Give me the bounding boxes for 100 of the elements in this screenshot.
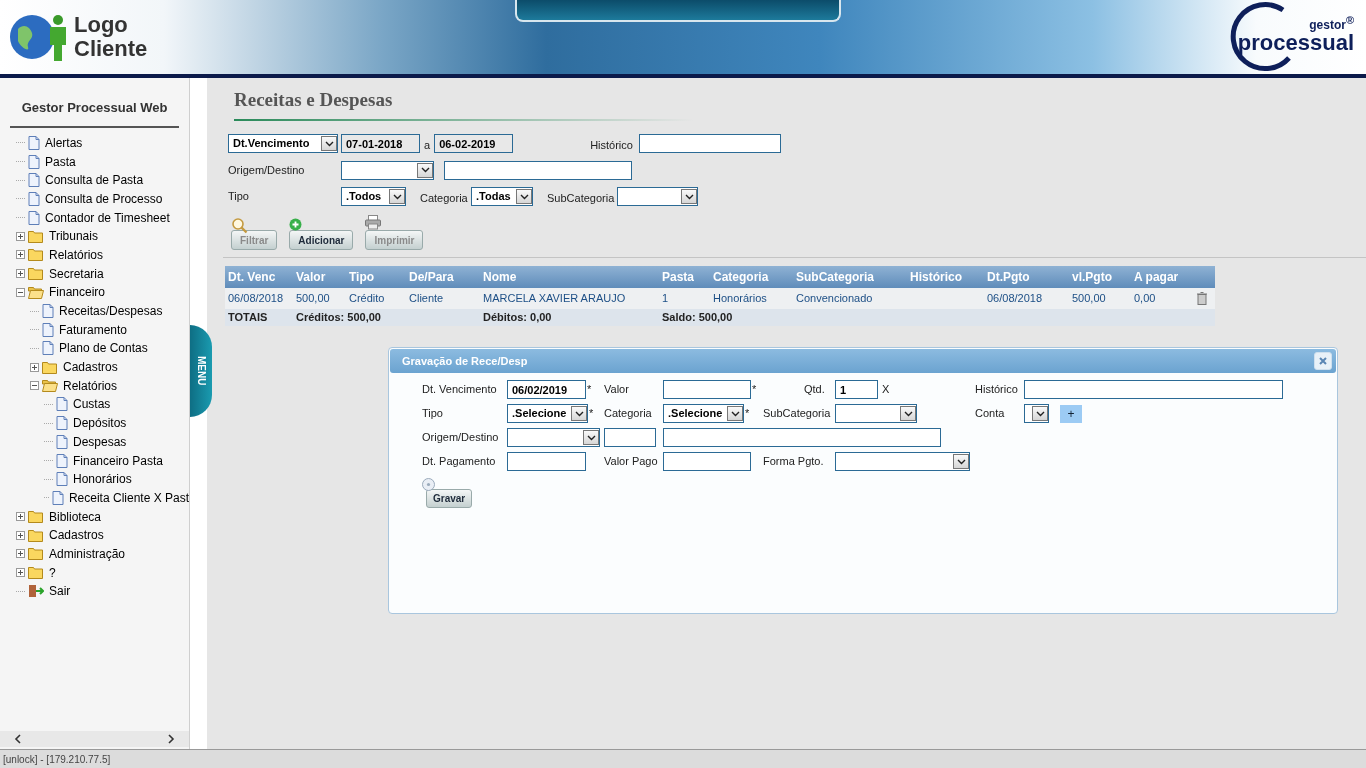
- tree-item[interactable]: Receitas/Despesas: [2, 301, 189, 321]
- tree-item[interactable]: Relatórios: [2, 376, 189, 396]
- expand-icon[interactable]: [16, 231, 25, 241]
- chevron-right-icon[interactable]: [167, 734, 175, 744]
- toolbar-button[interactable]: Adicionar: [289, 230, 354, 250]
- input-field[interactable]: 06/02/2019: [507, 380, 586, 399]
- document-icon: [56, 472, 68, 487]
- table-cell-text: Convencionado: [795, 290, 874, 306]
- input-field[interactable]: [663, 428, 941, 447]
- field-label: Dt. Pagamento: [422, 454, 497, 470]
- tree-item[interactable]: Sair: [2, 582, 189, 601]
- select-field[interactable]: Dt.Vencimento: [228, 134, 338, 153]
- dropdown-button[interactable]: [321, 136, 337, 151]
- expand-icon[interactable]: [16, 568, 25, 578]
- field-label: Valor Pago: [604, 454, 659, 470]
- dropdown-button[interactable]: [900, 406, 916, 421]
- dropdown-button[interactable]: [389, 189, 405, 204]
- dropdown-button[interactable]: [583, 430, 599, 445]
- dropdown-button[interactable]: [516, 189, 532, 204]
- document-icon: [42, 304, 54, 319]
- tree-item[interactable]: Depósitos: [2, 413, 189, 433]
- field-label: *: [589, 406, 594, 422]
- select-field[interactable]: [1024, 404, 1049, 423]
- status-bar: [unlock] - [179.210.77.5]: [0, 749, 1366, 768]
- tree-item[interactable]: Faturamento: [2, 320, 189, 340]
- collapse-icon[interactable]: [30, 381, 39, 391]
- collapse-icon[interactable]: [16, 287, 25, 297]
- input-field[interactable]: [639, 134, 782, 153]
- select-field[interactable]: .Todos: [341, 187, 406, 206]
- document-icon: [56, 416, 68, 431]
- dropdown-button[interactable]: [417, 162, 433, 178]
- field-label: Histórico: [590, 137, 634, 153]
- select-field[interactable]: .Selecione: [507, 404, 588, 423]
- expand-icon[interactable]: [30, 362, 39, 372]
- dropdown-button[interactable]: [727, 406, 743, 421]
- tree-item[interactable]: Relatórios: [2, 245, 189, 265]
- select-field[interactable]: [835, 452, 970, 471]
- select-field[interactable]: .Selecione: [663, 404, 744, 423]
- chevron-down-icon: [730, 410, 740, 417]
- tree-item[interactable]: Financeiro: [2, 283, 189, 302]
- select-field[interactable]: .Todas: [471, 187, 533, 206]
- trash-icon[interactable]: [1197, 291, 1207, 305]
- select-field[interactable]: [341, 160, 434, 180]
- tree-item[interactable]: Contador de Timesheet: [2, 208, 189, 227]
- expand-icon[interactable]: [16, 549, 25, 559]
- chevron-left-icon[interactable]: [14, 734, 22, 744]
- tree-item[interactable]: Despesas: [2, 432, 189, 452]
- input-field[interactable]: [1024, 380, 1283, 399]
- tree-item[interactable]: Alertas: [2, 133, 189, 153]
- table-cell-text: Crédito: [348, 290, 386, 306]
- dropdown-button[interactable]: [1032, 406, 1048, 421]
- expand-icon[interactable]: [16, 530, 25, 540]
- folder-icon: [28, 510, 44, 524]
- close-button[interactable]: [1314, 352, 1332, 370]
- tree-item[interactable]: Cadastros: [2, 357, 189, 377]
- tree-item[interactable]: Cadastros: [2, 525, 189, 545]
- expand-icon[interactable]: [16, 512, 25, 522]
- chevron-down-icon: [324, 140, 334, 147]
- input-field[interactable]: 07-01-2018: [341, 134, 420, 153]
- tree-item[interactable]: ?: [2, 563, 189, 582]
- dropdown-button[interactable]: [681, 189, 697, 204]
- tree-item[interactable]: Financeiro Pasta: [2, 451, 189, 470]
- dropdown-button[interactable]: [571, 406, 587, 421]
- input-field[interactable]: [663, 452, 751, 471]
- chevron-down-icon: [392, 193, 402, 200]
- dropdown-button[interactable]: [953, 454, 969, 469]
- field-label: Tipo: [228, 189, 250, 205]
- tree-item[interactable]: Pasta: [2, 152, 189, 171]
- tree-item[interactable]: Consulta de Processo: [2, 189, 189, 209]
- input-field[interactable]: 06-02-2019: [434, 134, 514, 153]
- tree-item[interactable]: Custas: [2, 395, 189, 414]
- horizontal-scrollbar[interactable]: [0, 731, 189, 747]
- field-label: Histórico: [975, 382, 1019, 398]
- field-label: SubCategoria: [763, 406, 832, 422]
- select-field[interactable]: [835, 404, 917, 423]
- select-field[interactable]: [617, 187, 698, 206]
- select-field[interactable]: [507, 428, 600, 447]
- field-label: Categoria: [604, 406, 653, 422]
- expand-icon[interactable]: [16, 250, 25, 260]
- tree-item[interactable]: Plano de Contas: [2, 339, 189, 358]
- save-button[interactable]: Gravar: [426, 489, 473, 508]
- tree-item[interactable]: Honorários: [2, 469, 189, 489]
- logo-text: Logo Cliente: [74, 13, 148, 61]
- expand-icon[interactable]: [16, 269, 25, 279]
- input-field[interactable]: [663, 380, 751, 399]
- tree-item[interactable]: Consulta de Pasta: [2, 170, 189, 190]
- totals-debits: Débitos: 0,00: [482, 309, 553, 325]
- tree-item[interactable]: Secretaria: [2, 264, 189, 283]
- add-button[interactable]: +: [1060, 404, 1082, 423]
- field-label: X: [882, 382, 890, 398]
- input-field[interactable]: [507, 452, 586, 471]
- tree-item[interactable]: Tribunais: [2, 226, 189, 246]
- tree-item[interactable]: Receita Cliente X Past: [2, 488, 189, 508]
- menu-tab[interactable]: MENU: [190, 325, 212, 417]
- input-field[interactable]: [604, 428, 656, 447]
- input-field[interactable]: [444, 160, 632, 180]
- table-cell-text: 06/08/2018: [227, 290, 285, 306]
- tree-item[interactable]: Administração: [2, 544, 189, 564]
- tree-item[interactable]: Biblioteca: [2, 507, 189, 526]
- input-field[interactable]: 1: [835, 380, 878, 399]
